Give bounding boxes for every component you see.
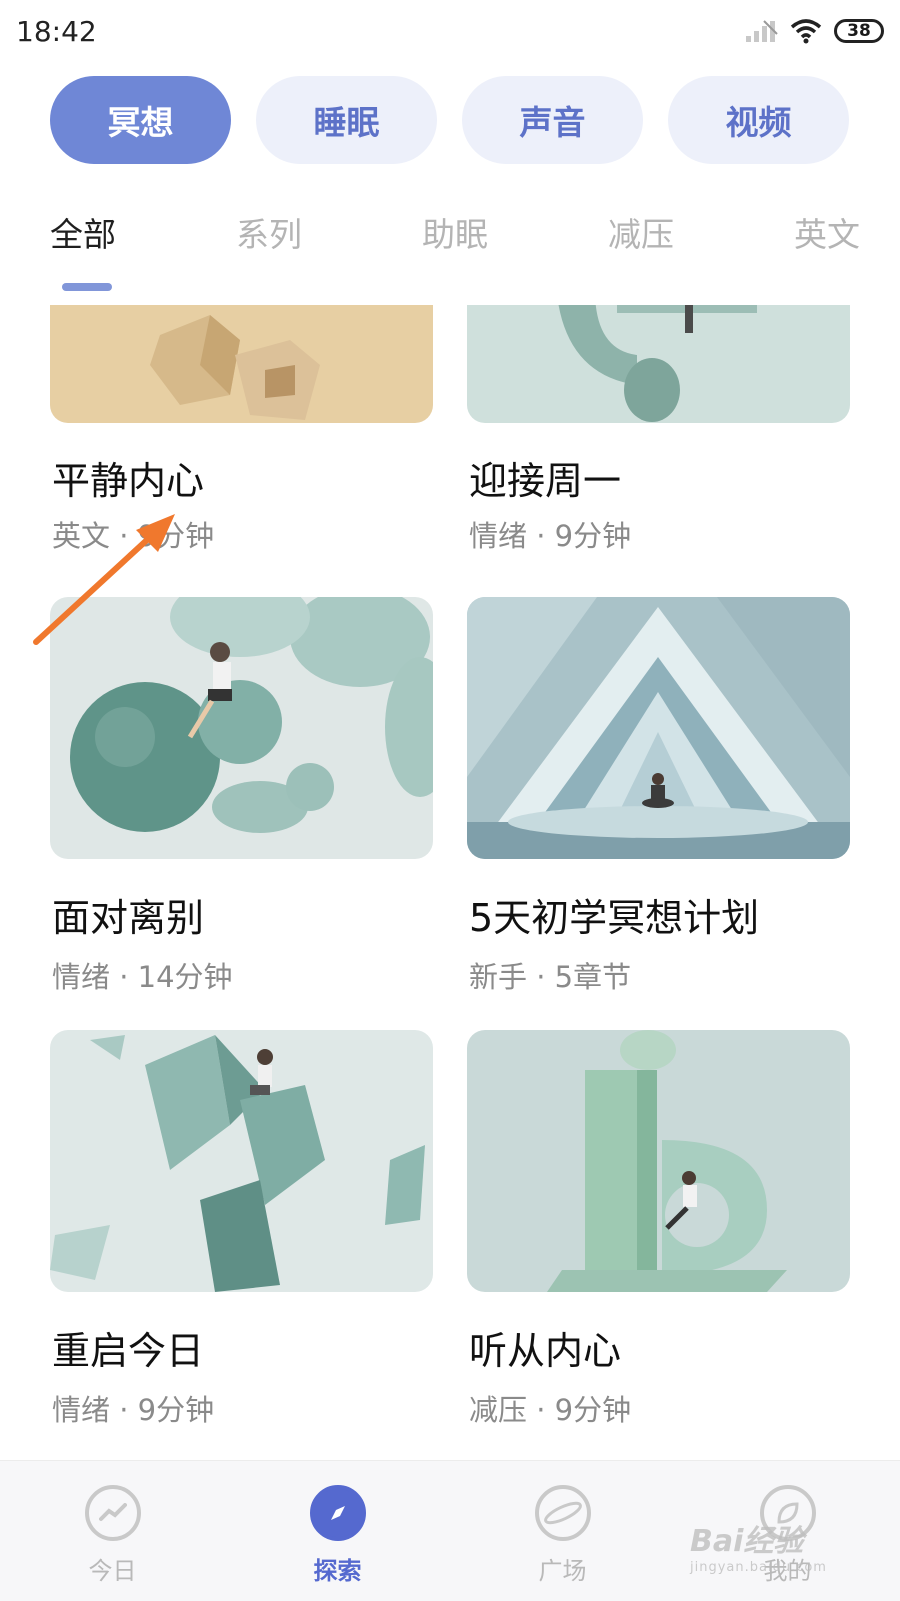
- course-thumbnail: [50, 1030, 433, 1292]
- course-card[interactable]: 迎接周一 情绪 · 9分钟: [467, 305, 850, 553]
- course-title: 5天初学冥想计划: [469, 896, 760, 940]
- filter-stress-relief[interactable]: 减压: [608, 208, 674, 278]
- filter-tabs: 全部 系列 助眠 减压 英文: [50, 208, 860, 278]
- course-title: 听从内心: [469, 1329, 622, 1373]
- filter-series[interactable]: 系列: [236, 208, 302, 278]
- battery-indicator: 38: [834, 19, 884, 43]
- course-meta: 情绪 · 9分钟: [52, 1393, 215, 1427]
- course-meta: 减压 · 9分钟: [469, 1393, 632, 1427]
- course-title: 面对离别: [52, 896, 205, 940]
- category-tabs: 冥想 睡眠 声音 视频: [50, 76, 850, 164]
- compass-icon: [309, 1485, 366, 1541]
- course-thumbnail: [467, 597, 850, 859]
- nav-square[interactable]: 广场: [483, 1461, 643, 1601]
- annotation-arrow-icon: [33, 514, 175, 645]
- tab-video[interactable]: 视频: [668, 76, 849, 164]
- baidu-watermark: Bai经验 jingyan.baidu.com: [690, 1516, 860, 1575]
- status-bar: 18:42 38: [0, 0, 900, 62]
- nav-label: 今日: [88, 1557, 137, 1585]
- course-meta: 情绪 · 14分钟: [52, 960, 233, 994]
- course-thumbnail: [467, 1030, 850, 1292]
- filter-english[interactable]: 英文: [794, 208, 860, 278]
- course-card[interactable]: 5天初学冥想计划 新手 · 5章节: [467, 597, 850, 994]
- wifi-icon: [790, 19, 822, 44]
- course-meta: 新手 · 5章节: [469, 960, 632, 994]
- course-thumbnail: [50, 305, 433, 423]
- tab-meditation[interactable]: 冥想: [50, 76, 231, 164]
- filter-sleep-aid[interactable]: 助眠: [422, 208, 488, 278]
- nav-label: 探索: [313, 1557, 362, 1585]
- course-title: 平静内心: [52, 459, 205, 503]
- status-time: 18:42: [16, 14, 97, 48]
- active-tab-indicator: [62, 283, 112, 291]
- course-thumbnail: [467, 305, 850, 423]
- tab-sound[interactable]: 声音: [462, 76, 643, 164]
- course-meta: 情绪 · 9分钟: [469, 519, 632, 553]
- nav-label: 广场: [538, 1557, 587, 1585]
- watermark-url: jingyan.baidu.com: [690, 1560, 827, 1575]
- status-icons: 38: [744, 18, 884, 44]
- watermark-logo: Bai经验: [690, 1524, 804, 1559]
- course-card[interactable]: 听从内心 减压 · 9分钟: [467, 1030, 850, 1427]
- planet-icon: [534, 1485, 591, 1541]
- signal-icon: [746, 20, 778, 42]
- course-card[interactable]: 重启今日 情绪 · 9分钟: [50, 1030, 433, 1427]
- course-card[interactable]: 平静内心 英文 · 9分钟: [50, 305, 433, 553]
- course-title: 迎接周一: [469, 459, 622, 503]
- course-grid: 平静内心 英文 · 9分钟 迎接周一 情绪 · 9分钟 面对离别 情绪 · 14…: [50, 305, 850, 1460]
- tab-sleep[interactable]: 睡眠: [256, 76, 437, 164]
- nav-explore[interactable]: 探索: [258, 1461, 418, 1601]
- course-title: 重启今日: [52, 1329, 205, 1373]
- trend-icon: [84, 1485, 141, 1541]
- filter-all[interactable]: 全部: [50, 208, 116, 278]
- nav-today[interactable]: 今日: [33, 1461, 193, 1601]
